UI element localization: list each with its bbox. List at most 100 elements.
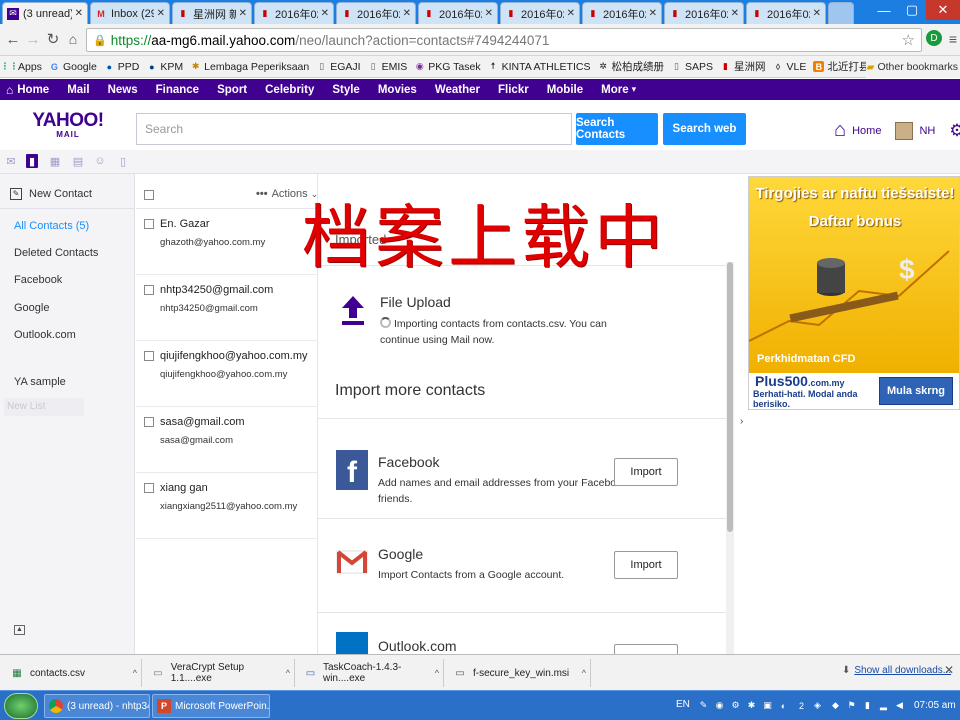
search-web-button[interactable]: Search web <box>663 113 746 145</box>
download-item[interactable]: ▭ VeraCrypt Setup 1.1....exe ^ <box>143 659 295 687</box>
security-icon[interactable]: ◈ <box>812 700 823 711</box>
bookmark-saps[interactable]: ▯ SAPS <box>671 61 713 73</box>
import-outlook-button[interactable] <box>614 644 678 654</box>
nav-sport[interactable]: Sport <box>217 84 247 96</box>
bookmark-kinta[interactable]: ☨ KINTA ATHLETICS <box>488 61 591 73</box>
close-icon[interactable]: ✕ <box>75 8 83 19</box>
contact-checkbox[interactable] <box>144 417 154 427</box>
nav-flickr[interactable]: Flickr <box>498 84 529 96</box>
contact-checkbox[interactable] <box>144 351 154 361</box>
scrollbar-thumb[interactable] <box>727 262 733 532</box>
bookmark-pkg[interactable]: ◉ PKG Tasek <box>414 61 481 73</box>
avatar[interactable] <box>895 121 914 140</box>
select-all-checkbox[interactable] <box>144 190 154 200</box>
nav-movies[interactable]: Movies <box>378 84 417 96</box>
shield-icon[interactable]: ◆ <box>830 700 841 711</box>
new-tab-button[interactable] <box>828 2 854 24</box>
sidebar-list-ya-sample[interactable]: YA sample <box>14 376 66 388</box>
bookmark-google[interactable]: G Google <box>49 61 97 73</box>
close-icon[interactable]: ✕ <box>567 8 575 19</box>
back-icon[interactable]: ← <box>4 30 22 48</box>
import-facebook-button[interactable]: Import <box>614 458 678 486</box>
pen-icon[interactable]: ✎ <box>698 700 709 711</box>
headset-icon[interactable]: ◐ <box>778 700 789 711</box>
nav-mobile[interactable]: Mobile <box>547 84 583 96</box>
chrome-tray-icon[interactable]: ◉ <box>714 700 725 711</box>
battery-icon[interactable]: ▮ <box>862 700 873 711</box>
contacts-icon[interactable]: ▮ <box>26 154 38 168</box>
download-item[interactable]: ▭ TaskCoach-1.4.3-win....exe ^ <box>296 659 444 687</box>
image-icon[interactable]: ▲ <box>14 625 25 635</box>
close-icon[interactable]: ✕ <box>157 8 165 19</box>
url-input[interactable]: 🔒 https:// aa-mg6.mail.yahoo.com /neo/la… <box>86 28 922 52</box>
bluetooth-icon[interactable]: ✱ <box>746 700 757 711</box>
notepad-icon[interactable]: ▤ <box>72 154 84 168</box>
nav-home[interactable]: ⌂ Home <box>6 83 49 97</box>
calendar-icon[interactable]: ▦ <box>49 154 61 168</box>
user-initials[interactable]: NH <box>919 125 935 137</box>
gear-icon[interactable]: ⚙ <box>949 121 960 141</box>
flag-icon[interactable]: ⚑ <box>846 700 857 711</box>
other-bookmarks[interactable]: ▰ Other bookmarks <box>866 56 960 78</box>
list-item[interactable]: En. Gazar ghazoth@yahoo.com.my <box>136 209 318 275</box>
language-indicator[interactable]: EN <box>676 699 690 710</box>
tab-sinchew[interactable]: ▮ 2016年02月 ✕ <box>418 2 498 24</box>
nav-news[interactable]: News <box>108 84 138 96</box>
list-item[interactable]: nhtp34250@gmail.com nhtp34250@gmail.com <box>136 275 318 341</box>
ad-cta-button[interactable]: Mula skrng <box>879 377 953 405</box>
nav-style[interactable]: Style <box>332 84 360 96</box>
menu-icon[interactable]: ≡ <box>944 30 960 48</box>
list-item[interactable]: sasa@gmail.com sasa@gmail.com <box>136 407 318 473</box>
mobile-icon[interactable]: ▯ <box>117 154 129 168</box>
mail-icon[interactable]: ✉ <box>5 154 17 168</box>
nav-mail[interactable]: Mail <box>67 84 89 96</box>
bookmark-egaji[interactable]: ▯ EGAJI <box>316 61 360 73</box>
tab-sinchew[interactable]: ▮ 2016年02月 ✕ <box>582 2 662 24</box>
download-item[interactable]: ▭ f-secure_key_win.msi ^ <box>445 659 591 687</box>
bookmark-vle[interactable]: ◊ VLE <box>773 61 807 73</box>
sidebar-item-all-contacts[interactable]: All Contacts (5) <box>14 220 89 232</box>
sidebar-item-deleted-contacts[interactable]: Deleted Contacts <box>14 247 98 259</box>
sidebar-item-outlook[interactable]: Outlook.com <box>14 329 76 341</box>
badge-icon[interactable]: 2 <box>796 700 807 711</box>
home-link[interactable]: Home <box>852 125 881 137</box>
app-tray-icon[interactable]: ▣ <box>762 700 773 711</box>
taskbar-item-powerpoint[interactable]: P Microsoft PowerPoin... <box>152 694 270 718</box>
new-contact-button[interactable]: ✎ New Contact <box>10 188 92 200</box>
tab-gmail[interactable]: M Inbox (299) ✕ <box>90 2 170 24</box>
import-google-button[interactable]: Import <box>614 551 678 579</box>
bookmark-emis[interactable]: ▯ EMIS <box>368 61 408 73</box>
nav-celebrity[interactable]: Celebrity <box>265 84 314 96</box>
bookmark-pine[interactable]: ✲ 松柏成绩册 <box>597 59 664 74</box>
chevron-right-icon[interactable]: › <box>740 416 743 427</box>
list-item[interactable]: xiang gan xiangxiang2511@yahoo.com.my <box>136 473 318 539</box>
bookmark-kpm[interactable]: ● KPM <box>146 61 183 73</box>
contact-checkbox[interactable] <box>144 219 154 229</box>
tab-sinchew[interactable]: ▮ 2016年02月 ✕ <box>746 2 826 24</box>
window-close-icon[interactable]: ✕ <box>926 0 960 20</box>
close-icon[interactable]: ✕ <box>649 8 657 19</box>
sidebar-item-facebook[interactable]: Facebook <box>14 274 62 286</box>
start-button[interactable] <box>4 693 38 719</box>
new-list-input[interactable]: New List <box>4 398 84 416</box>
messenger-icon[interactable]: ☺ <box>94 154 106 168</box>
home-icon[interactable]: ⌂ <box>834 119 846 142</box>
bookmark-ppd[interactable]: ● PPD <box>104 61 140 73</box>
signal-icon[interactable]: ▂ <box>878 700 889 711</box>
tab-sinchew[interactable]: ▮ 2016年02月 ✕ <box>254 2 334 24</box>
close-icon[interactable]: ✕ <box>731 8 739 19</box>
search-input[interactable]: Search <box>136 113 572 145</box>
maximize-icon[interactable]: ▢ <box>898 0 926 20</box>
search-contacts-button[interactable]: Search Contacts <box>576 113 658 145</box>
close-icon[interactable]: ✕ <box>403 8 411 19</box>
close-icon[interactable]: ✕ <box>321 8 329 19</box>
network-icon[interactable]: ⚙ <box>730 700 741 711</box>
tab-yahoo-mail[interactable]: ✉ (3 unread) - ✕ <box>2 2 88 24</box>
advertisement[interactable]: Tirgojies ar naftu tiešsaiste! Daftar bo… <box>748 176 960 410</box>
sidebar-item-google[interactable]: Google <box>14 302 49 314</box>
contact-checkbox[interactable] <box>144 285 154 295</box>
tab-sinchew[interactable]: ▮ 2016年02月 ✕ <box>500 2 580 24</box>
list-item[interactable]: qiujifengkhoo@yahoo.com.my qiujifengkhoo… <box>136 341 318 407</box>
bookmark-lp[interactable]: ✱ Lembaga Peperiksaan <box>190 61 309 73</box>
download-item[interactable]: ▦ contacts.csv ^ <box>2 659 142 687</box>
